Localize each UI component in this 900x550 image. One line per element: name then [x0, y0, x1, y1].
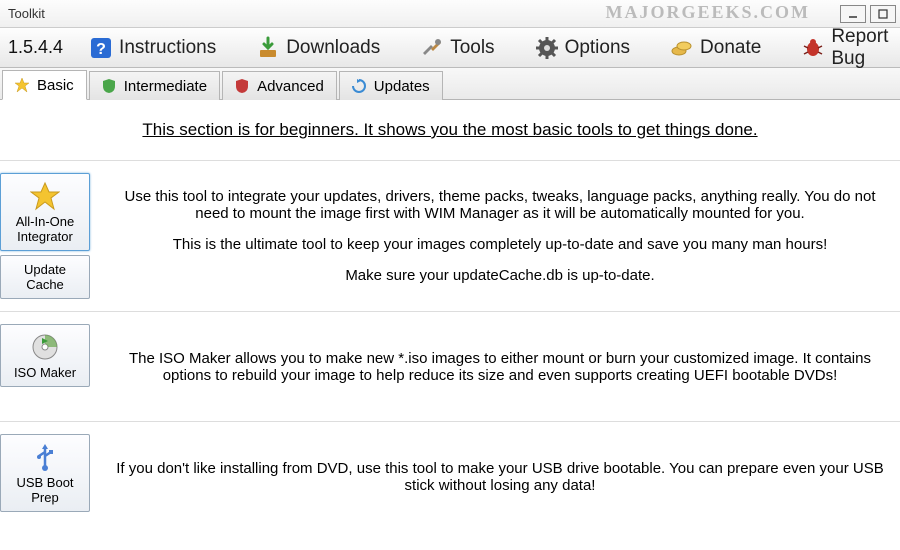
tool-description: The ISO Maker allows you to make new *.i… [100, 324, 900, 409]
tab-intermediate[interactable]: Intermediate [89, 71, 220, 100]
update-cache-button[interactable]: Update Cache [0, 255, 90, 299]
star-icon [13, 76, 31, 94]
tab-label: Updates [374, 78, 430, 95]
download-icon [256, 36, 280, 60]
disc-icon [29, 331, 61, 363]
toolbar-donate[interactable]: Donate [664, 34, 767, 62]
toolbar-tools[interactable]: Tools [414, 34, 500, 62]
toolbar-item-label: Report Bug [831, 26, 888, 70]
tool-row-integrator: All-In-One Integrator Update Cache Use t… [0, 160, 900, 311]
desc-line: If you don't like installing from DVD, u… [116, 460, 884, 494]
iso-maker-button[interactable]: ISO Maker [0, 324, 90, 387]
toolbar-options[interactable]: Options [529, 34, 636, 62]
desc-line: Use this tool to integrate your updates,… [116, 188, 884, 222]
tool-row-usb-boot: USB Boot Prep If you don't like installi… [0, 421, 900, 531]
toolbar-item-label: Options [565, 37, 630, 59]
button-label: Update Cache [5, 262, 85, 292]
section-intro: This section is for beginners. It shows … [0, 120, 900, 140]
shield-green-icon [100, 77, 118, 95]
maximize-button[interactable] [870, 5, 896, 23]
help-icon: ? [89, 36, 113, 60]
toolbar-item-label: Donate [700, 37, 761, 59]
toolbar-item-label: Downloads [286, 37, 380, 59]
star-icon [29, 180, 61, 212]
toolbar-item-label: Tools [450, 37, 494, 59]
toolbar-instructions[interactable]: ? Instructions [83, 34, 222, 62]
svg-text:?: ? [96, 41, 106, 58]
tab-updates[interactable]: Updates [339, 71, 443, 100]
tab-advanced[interactable]: Advanced [222, 71, 337, 100]
coins-icon [670, 36, 694, 60]
tool-description: If you don't like installing from DVD, u… [100, 434, 900, 519]
desc-line: The ISO Maker allows you to make new *.i… [116, 350, 884, 384]
tab-basic[interactable]: Basic [2, 70, 87, 100]
desc-line: Make sure your updateCache.db is up-to-d… [345, 267, 654, 284]
version-label: 1.5.4.4 [8, 37, 63, 58]
tab-label: Intermediate [124, 78, 207, 95]
all-in-one-integrator-button[interactable]: All-In-One Integrator [0, 173, 90, 251]
tool-row-iso-maker: ISO Maker The ISO Maker allows you to ma… [0, 311, 900, 421]
button-label: USB Boot Prep [5, 475, 85, 505]
usb-boot-prep-button[interactable]: USB Boot Prep [0, 434, 90, 512]
toolbar-report-bug[interactable]: Report Bug [795, 24, 894, 72]
gear-icon [535, 36, 559, 60]
usb-icon [29, 441, 61, 473]
tab-label: Basic [37, 77, 74, 94]
refresh-icon [350, 77, 368, 95]
toolbar-item-label: Instructions [119, 37, 216, 59]
minimize-button[interactable] [840, 5, 866, 23]
tab-label: Advanced [257, 78, 324, 95]
window-title: Toolkit [4, 6, 836, 21]
desc-line: This is the ultimate tool to keep your i… [173, 236, 828, 253]
main-toolbar: 1.5.4.4 ? Instructions Downloads Tools O… [0, 28, 900, 68]
shield-red-icon [233, 77, 251, 95]
tools-icon [420, 36, 444, 60]
button-label: All-In-One Integrator [5, 214, 85, 244]
tab-bar: Basic Intermediate Advanced Updates [0, 68, 900, 100]
tool-description: Use this tool to integrate your updates,… [100, 173, 900, 299]
bug-icon [801, 36, 825, 60]
content-area: This section is for beginners. It shows … [0, 100, 900, 531]
title-bar: Toolkit [0, 0, 900, 28]
button-label: ISO Maker [14, 365, 76, 380]
toolbar-downloads[interactable]: Downloads [250, 34, 386, 62]
